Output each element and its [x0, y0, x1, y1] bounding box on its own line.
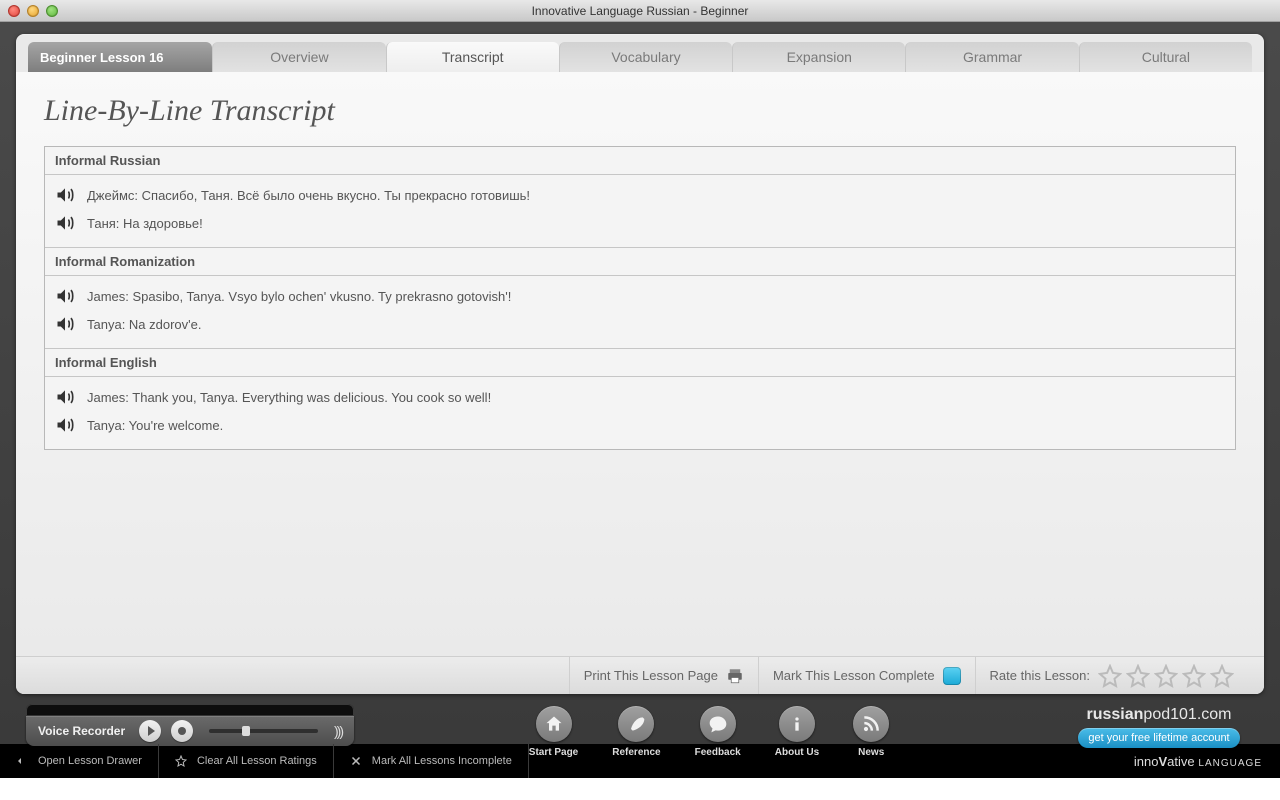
print-lesson-button[interactable]: Print This Lesson Page: [569, 657, 758, 694]
tab-grammar[interactable]: Grammar: [905, 42, 1078, 72]
star-icon[interactable]: [1182, 664, 1206, 688]
start-page-label: Start Page: [529, 747, 578, 758]
sound-icon: ))): [334, 723, 342, 739]
tab-cultural[interactable]: Cultural: [1079, 42, 1252, 72]
speaker-icon[interactable]: [55, 213, 75, 233]
tab-expansion[interactable]: Expansion: [732, 42, 905, 72]
close-button[interactable]: [8, 5, 20, 17]
tab-vocabulary[interactable]: Vocabulary: [559, 42, 732, 72]
transcript-line: Таня: На здоровье!: [55, 209, 1225, 237]
app-frame: Beginner Lesson 16 Overview Transcript V…: [0, 22, 1280, 744]
transcript-line: James: Thank you, Tanya. Everything was …: [55, 383, 1225, 411]
star-icon[interactable]: [1098, 664, 1122, 688]
star-icon[interactable]: [1126, 664, 1150, 688]
volume-slider[interactable]: [209, 729, 318, 733]
page-title: Line-By-Line Transcript: [44, 94, 1236, 128]
speaker-icon[interactable]: [55, 314, 75, 334]
section-body: James: Thank you, Tanya. Everything was …: [45, 377, 1235, 449]
transcript-line: Tanya: Na zdorov'e.: [55, 310, 1225, 338]
line-text: Tanya: You're welcome.: [87, 418, 223, 433]
line-text: Джеймс: Спасибо, Таня. Всё было очень вк…: [87, 188, 530, 203]
rss-icon: [861, 714, 881, 734]
about-label: About Us: [775, 747, 819, 758]
incomplete-label: Mark All Lessons Incomplete: [372, 755, 512, 767]
speaker-icon[interactable]: [55, 415, 75, 435]
action-bar: Print This Lesson Page Mark This Lesson …: [16, 656, 1264, 694]
brand-site[interactable]: russianpod101.com: [1064, 706, 1254, 724]
complete-label: Mark This Lesson Complete: [773, 668, 935, 683]
mark-complete-button[interactable]: Mark This Lesson Complete: [758, 657, 975, 694]
info-icon: [787, 714, 807, 734]
transcript-line: James: Spasibo, Tanya. Vsyo bylo ochen' …: [55, 282, 1225, 310]
traffic-lights: [8, 5, 58, 17]
section-heading: Informal Romanization: [45, 247, 1235, 276]
company-brand: innoVative LANGUAGE: [1116, 754, 1280, 769]
line-text: James: Spasibo, Tanya. Vsyo bylo ochen' …: [87, 289, 511, 304]
transcript-line: Джеймс: Спасибо, Таня. Всё было очень вк…: [55, 181, 1225, 209]
feather-icon: [626, 714, 646, 734]
tab-strip: Beginner Lesson 16 Overview Transcript V…: [16, 34, 1264, 72]
rating-stars: [1098, 664, 1234, 688]
star-outline-icon: [175, 755, 187, 767]
star-icon[interactable]: [1154, 664, 1178, 688]
reference-button[interactable]: Reference: [612, 706, 660, 758]
recorder-controls: Voice Recorder ))): [26, 716, 354, 746]
tab-overview[interactable]: Overview: [212, 42, 385, 72]
line-text: Таня: На здоровье!: [87, 216, 203, 231]
recorder-label: Voice Recorder: [38, 724, 125, 738]
line-text: Tanya: Na zdorov'e.: [87, 317, 202, 332]
feedback-label: Feedback: [695, 747, 741, 758]
news-label: News: [858, 747, 884, 758]
start-page-button[interactable]: Start Page: [529, 706, 578, 758]
section-heading: Informal Russian: [45, 147, 1235, 175]
home-icon: [544, 714, 564, 734]
section-body: Джеймс: Спасибо, Таня. Всё было очень вк…: [45, 175, 1235, 247]
record-button[interactable]: [171, 720, 193, 742]
zoom-button[interactable]: [46, 5, 58, 17]
line-text: James: Thank you, Tanya. Everything was …: [87, 390, 491, 405]
reference-label: Reference: [612, 747, 660, 758]
clear-ratings-button[interactable]: Clear All Lesson Ratings: [159, 744, 334, 778]
brand-box: russianpod101.com get your free lifetime…: [1064, 704, 1254, 748]
rate-label: Rate this Lesson:: [990, 668, 1090, 683]
x-icon: [350, 755, 362, 767]
rate-lesson: Rate this Lesson:: [975, 657, 1248, 694]
speech-bubble-icon: [708, 714, 728, 734]
printer-icon: [726, 667, 744, 685]
window-title: Innovative Language Russian - Beginner: [0, 4, 1280, 18]
main-area: Line-By-Line Transcript Informal Russian…: [16, 72, 1264, 656]
about-button[interactable]: About Us: [775, 706, 819, 758]
lesson-tab[interactable]: Beginner Lesson 16: [28, 42, 212, 72]
voice-recorder: Voice Recorder ))): [26, 704, 354, 746]
transcript-box: Informal Russian Джеймс: Спасибо, Таня. …: [44, 146, 1236, 450]
news-button[interactable]: News: [853, 706, 889, 758]
play-icon: [148, 726, 155, 736]
content-panel: Beginner Lesson 16 Overview Transcript V…: [16, 34, 1264, 694]
drawer-icon: [16, 755, 28, 767]
drawer-label: Open Lesson Drawer: [38, 755, 142, 767]
transcript-line: Tanya: You're welcome.: [55, 411, 1225, 439]
speaker-icon[interactable]: [55, 286, 75, 306]
recorder-waveform: [26, 704, 354, 716]
title-bar: Innovative Language Russian - Beginner: [0, 0, 1280, 22]
open-lesson-drawer-button[interactable]: Open Lesson Drawer: [0, 744, 159, 778]
clear-label: Clear All Lesson Ratings: [197, 755, 317, 767]
lower-row: Voice Recorder ))) Start Page Reference …: [16, 694, 1264, 750]
slider-thumb: [242, 726, 250, 736]
print-label: Print This Lesson Page: [584, 668, 718, 683]
star-icon[interactable]: [1210, 664, 1234, 688]
tab-transcript[interactable]: Transcript: [386, 42, 559, 72]
record-icon: [178, 727, 186, 735]
play-button[interactable]: [139, 720, 161, 742]
feedback-button[interactable]: Feedback: [695, 706, 741, 758]
section-heading: Informal English: [45, 348, 1235, 377]
mark-incomplete-button[interactable]: Mark All Lessons Incomplete: [334, 744, 529, 778]
complete-checkbox-icon: [943, 667, 961, 685]
minimize-button[interactable]: [27, 5, 39, 17]
speaker-icon[interactable]: [55, 185, 75, 205]
speaker-icon[interactable]: [55, 387, 75, 407]
section-body: James: Spasibo, Tanya. Vsyo bylo ochen' …: [45, 276, 1235, 348]
free-account-button[interactable]: get your free lifetime account: [1078, 728, 1239, 748]
